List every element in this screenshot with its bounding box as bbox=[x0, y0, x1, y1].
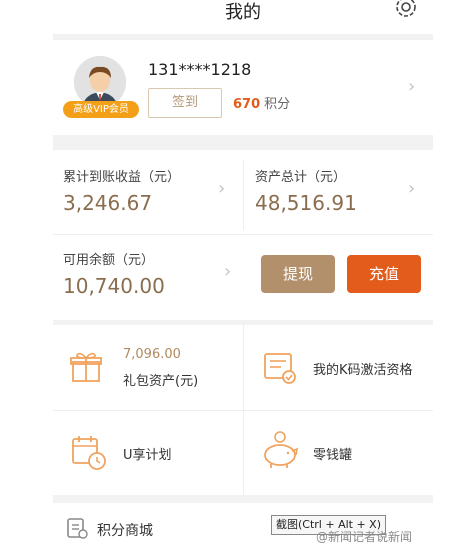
mall-icon bbox=[67, 518, 88, 539]
piggy-bank-icon bbox=[264, 431, 299, 468]
divider bbox=[243, 160, 244, 230]
sign-in-button[interactable]: 签到 bbox=[148, 88, 222, 118]
profile-card[interactable]: 高级VIP会员 131****1218 签到 670 积分 › bbox=[53, 40, 433, 135]
points-display[interactable]: 670 积分 bbox=[233, 93, 290, 112]
recharge-button[interactable]: 充值 bbox=[347, 255, 421, 293]
chevron-right-icon[interactable]: › bbox=[408, 76, 415, 97]
certificate-icon bbox=[264, 353, 296, 384]
gift-icon bbox=[70, 352, 102, 382]
phone-number: 131****1218 bbox=[148, 60, 252, 79]
points-unit: 积分 bbox=[264, 97, 291, 112]
watermark: @新闻记者说新闻 bbox=[316, 530, 413, 544]
assets-card: 累计到账收益（元） 3,246.67 › 资产总计（元） 48,516.91 ›… bbox=[53, 150, 433, 320]
top-bar: 我的 bbox=[53, 0, 433, 34]
available-balance-value: 10,740.00 bbox=[63, 274, 165, 298]
gift-assets-value: 7,096.00 bbox=[123, 347, 181, 362]
withdraw-button[interactable]: 提现 bbox=[261, 255, 335, 293]
total-assets-value: 48,516.91 bbox=[255, 191, 357, 215]
calendar-clock-icon bbox=[72, 436, 106, 470]
divider bbox=[53, 135, 433, 150]
chevron-right-icon[interactable]: › bbox=[224, 261, 231, 282]
divider bbox=[53, 495, 433, 503]
total-assets-label: 资产总计（元） bbox=[255, 170, 347, 185]
points-mall-label: 积分商城 bbox=[97, 523, 153, 539]
gift-assets-label: 礼包资产(元) bbox=[123, 374, 199, 389]
piggy-bank-label: 零钱罐 bbox=[313, 448, 353, 463]
services-grid: 7,096.00 礼包资产(元) 我的K码激活资格 U享计划 零钱罐 bbox=[53, 325, 433, 495]
vip-badge: 高级VIP会员 bbox=[63, 101, 139, 118]
available-balance-label: 可用余额（元） bbox=[63, 253, 155, 268]
kcode-label: 我的K码激活资格 bbox=[313, 363, 413, 378]
divider bbox=[53, 234, 433, 235]
page-title: 我的 bbox=[225, 2, 261, 23]
gear-icon[interactable] bbox=[393, 0, 419, 20]
chevron-right-icon[interactable]: › bbox=[218, 178, 225, 199]
points-value: 670 bbox=[233, 97, 261, 112]
cumulative-earnings-value: 3,246.67 bbox=[63, 191, 153, 215]
u-plan-label: U享计划 bbox=[123, 448, 172, 463]
chevron-right-icon[interactable]: › bbox=[408, 178, 415, 199]
cumulative-earnings-label: 累计到账收益（元） bbox=[63, 170, 181, 185]
divider bbox=[53, 410, 433, 411]
